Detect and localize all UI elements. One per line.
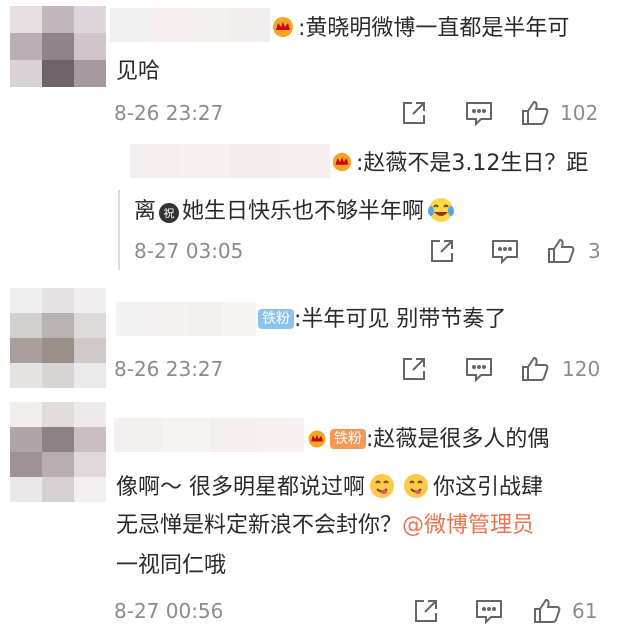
crown-icon	[306, 429, 328, 457]
comment-text-cont: 一视同仁哦	[116, 553, 227, 578]
like-icon[interactable]	[532, 597, 562, 625]
reply-item: :赵薇不是3.12生日？距 离 祝 她生日快乐也不够半年啊 8-27 03:05…	[0, 140, 640, 280]
share-icon[interactable]	[400, 99, 428, 127]
comment-text-cont: 像啊～ 很多明星都说过啊 你这引战肆	[116, 472, 543, 508]
crown-icon	[330, 151, 354, 181]
reply-time: 8-27 03:05	[134, 239, 244, 263]
comment-item: :黄晓明微博一直都是半年可 见哈 8-26 23:27 102	[0, 0, 640, 140]
fan-badge: 铁粉	[330, 429, 366, 449]
comment-meta: 8-26 23:27 120	[0, 354, 640, 384]
comment-time: 8-26 23:27	[114, 357, 224, 381]
like-count: 102	[560, 101, 599, 125]
reply-text: :赵薇不是3.12生日？距	[330, 150, 588, 181]
share-icon[interactable]	[400, 355, 428, 383]
mention-link[interactable]: @微博管理员	[402, 513, 534, 538]
reply-icon[interactable]	[464, 355, 494, 383]
reply-icon[interactable]	[464, 99, 494, 127]
comment-item: 铁粉:半年可见 别带节奏了 8-26 23:27 120	[0, 280, 640, 400]
yummy-emoji	[367, 472, 397, 508]
like-icon[interactable]	[520, 99, 550, 127]
reply-icon[interactable]	[474, 597, 504, 625]
comment-text: :黄晓明微博一直都是半年可	[270, 15, 569, 46]
like-count: 61	[572, 599, 598, 623]
username[interactable]	[130, 144, 330, 178]
share-icon[interactable]	[428, 237, 456, 265]
share-icon[interactable]	[412, 597, 440, 625]
like-count: 3	[588, 239, 601, 263]
svg-text:祝: 祝	[164, 206, 175, 220]
comment-text: 铁粉:半年可见 别带节奏了	[258, 306, 506, 334]
comment-meta: 8-26 23:27 102	[0, 98, 640, 128]
username[interactable]	[114, 418, 304, 452]
fan-badge: 铁粉	[258, 309, 294, 329]
avatar[interactable]	[10, 402, 106, 502]
reply-meta: 8-27 03:05 3	[0, 236, 640, 266]
comment-meta: 8-27 00:56 61	[0, 596, 640, 626]
comment-time: 8-26 23:27	[114, 101, 224, 125]
comment-item: 铁粉:赵薇是很多人的偶 像啊～ 很多明星都说过啊 你这引战肆 无忌惮是料定新浪不…	[0, 400, 640, 643]
like-icon[interactable]	[546, 237, 576, 265]
crown-icon	[270, 16, 296, 46]
yummy-emoji	[401, 472, 431, 508]
zhu-mask-icon: 祝	[158, 202, 180, 232]
comment-time: 8-27 00:56	[114, 599, 224, 623]
comment-text-cont: 见哈	[116, 59, 161, 84]
like-icon[interactable]	[520, 355, 550, 383]
like-count: 120	[562, 357, 601, 381]
comment-text-cont: 无忌惮是料定新浪不会封你？@微博管理员	[116, 513, 535, 538]
laugh-cry-emoji	[426, 196, 456, 232]
username[interactable]	[116, 302, 256, 336]
reply-icon[interactable]	[490, 237, 520, 265]
username[interactable]	[110, 8, 270, 42]
avatar[interactable]	[10, 6, 106, 87]
reply-text-cont: 离 祝 她生日快乐也不够半年啊	[134, 196, 458, 232]
comment-text: 铁粉:赵薇是很多人的偶	[306, 426, 549, 457]
